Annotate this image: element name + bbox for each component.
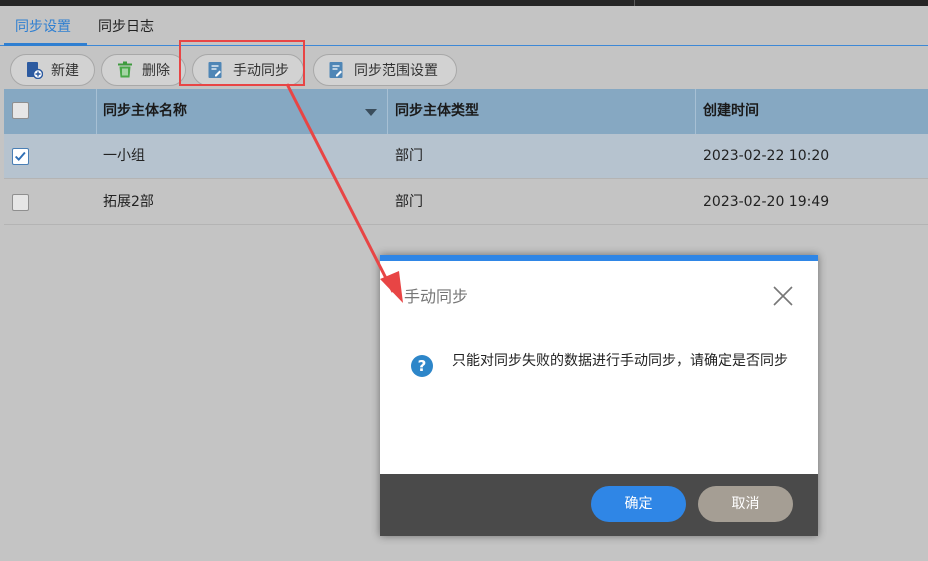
select-all-checkbox[interactable] xyxy=(12,102,29,119)
column-header-type[interactable]: 同步主体类型 xyxy=(395,89,479,134)
delete-button-label: 删除 xyxy=(142,63,170,79)
tab-sync-settings[interactable]: 同步设置 xyxy=(15,16,71,36)
row-name: 拓展2部 xyxy=(103,194,154,210)
manual-sync-dialog: 手动同步 ? 只能对同步失败的数据进行手动同步，请确定是否同步 确定 取消 xyxy=(380,255,818,536)
cancel-button[interactable]: 取消 xyxy=(698,486,793,522)
dialog-message: 只能对同步失败的数据进行手动同步，请确定是否同步 xyxy=(452,353,788,369)
table-row[interactable]: 拓展2部 部门 2023-02-20 19:49 xyxy=(4,180,928,225)
row-type: 部门 xyxy=(395,148,423,164)
new-file-icon xyxy=(27,62,43,79)
sort-down-icon[interactable] xyxy=(365,109,377,116)
table-header: 同步主体名称 同步主体类型 创建时间 xyxy=(4,89,928,134)
dialog-title: 手动同步 xyxy=(404,287,469,306)
table-row[interactable]: 一小组 部门 2023-02-22 10:20 xyxy=(4,134,928,179)
confirm-button[interactable]: 确定 xyxy=(591,486,686,522)
new-button[interactable]: 新建 xyxy=(10,54,95,86)
active-tab-indicator xyxy=(4,43,87,46)
dialog-footer: 确定 取消 xyxy=(380,474,818,536)
column-header-created[interactable]: 创建时间 xyxy=(703,89,759,134)
question-icon: ? xyxy=(411,355,433,377)
row-created: 2023-02-22 10:20 xyxy=(703,148,830,164)
annotation-highlight-box xyxy=(179,40,305,86)
row-checkbox[interactable] xyxy=(12,148,29,165)
row-checkbox[interactable] xyxy=(12,194,29,211)
tab-sync-log[interactable]: 同步日志 xyxy=(98,16,154,36)
tab-bar: 同步设置 同步日志 xyxy=(0,6,928,46)
dialog-accent-bar xyxy=(380,255,818,261)
trash-icon xyxy=(118,61,132,78)
row-name: 一小组 xyxy=(103,148,145,164)
row-created: 2023-02-20 19:49 xyxy=(703,194,830,210)
delete-button[interactable]: 删除 xyxy=(101,54,186,86)
row-type: 部门 xyxy=(395,194,423,210)
new-button-label: 新建 xyxy=(51,63,79,79)
checkmark-icon xyxy=(14,151,26,162)
column-header-name[interactable]: 同步主体名称 xyxy=(103,89,187,134)
column-separator xyxy=(695,89,696,134)
scope-settings-icon xyxy=(329,62,343,78)
column-separator xyxy=(96,89,97,134)
sync-scope-settings-button-label: 同步范围设置 xyxy=(354,63,438,79)
column-separator xyxy=(387,89,388,134)
sync-scope-settings-button[interactable]: 同步范围设置 xyxy=(313,54,457,86)
close-icon[interactable] xyxy=(770,283,796,309)
